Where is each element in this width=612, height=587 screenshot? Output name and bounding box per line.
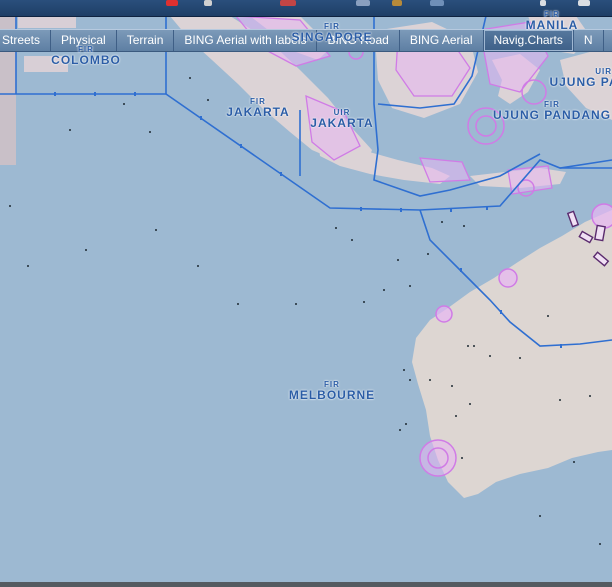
tab-navig-charts[interactable]: Navig.Charts bbox=[483, 30, 574, 51]
region-label-jakarta-uir: UIR JAKARTA bbox=[310, 108, 374, 130]
chevron-down-icon[interactable] bbox=[540, 0, 546, 6]
region-label-ujung-fir: FIR UJUNG PANDANG bbox=[492, 100, 612, 122]
region-label-ujung-uir: UIR UJUNG PA bbox=[549, 67, 612, 89]
flag-icon[interactable] bbox=[166, 0, 178, 6]
region-label-colombo: FIR COLOMBO bbox=[51, 45, 121, 67]
region-label-melbourne: FIR MELBOURNE bbox=[288, 380, 376, 402]
tool-icon[interactable] bbox=[392, 0, 402, 6]
bottom-border bbox=[0, 582, 612, 587]
tool-icon[interactable] bbox=[356, 0, 370, 6]
tab-more[interactable]: N bbox=[574, 30, 604, 51]
navigation-chart-map[interactable] bbox=[0, 0, 612, 587]
tool-icon[interactable] bbox=[204, 0, 212, 6]
region-label-singapore: FIR SINGAPORE bbox=[291, 22, 373, 44]
tool-icon[interactable] bbox=[430, 0, 444, 6]
tab-streets[interactable]: l Streets bbox=[0, 30, 52, 51]
tab-bing-aerial[interactable]: BING Aerial bbox=[400, 30, 484, 51]
region-label-manila: FIR MANILA bbox=[525, 10, 579, 32]
tool-icon[interactable] bbox=[280, 0, 296, 6]
speaker-icon[interactable] bbox=[578, 0, 590, 6]
region-label-jakarta-fir: FIR JAKARTA bbox=[226, 97, 290, 119]
